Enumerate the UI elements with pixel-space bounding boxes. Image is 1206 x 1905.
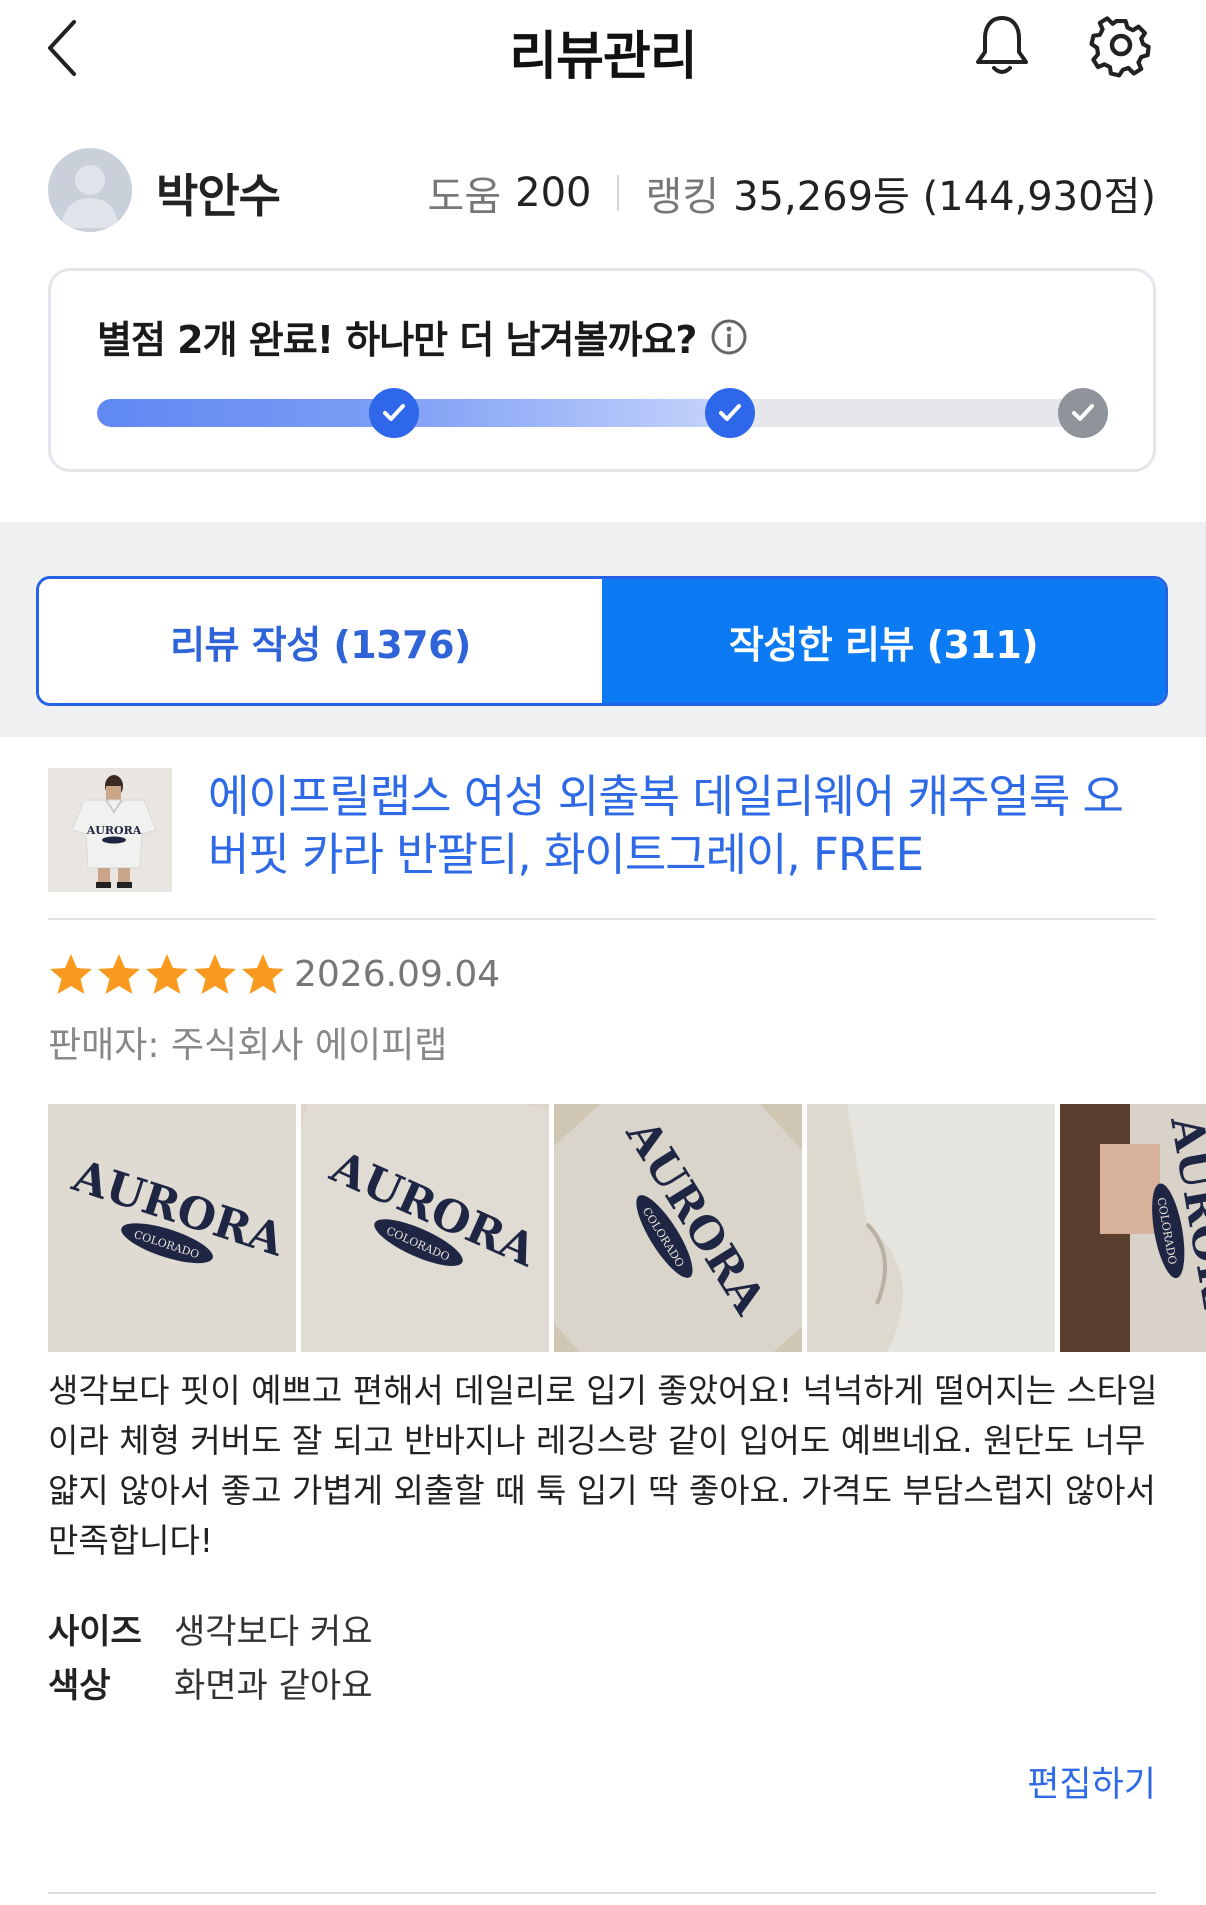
review-date: 2026.09.04 (294, 954, 501, 995)
user-name: 박안수 (156, 169, 281, 223)
attribute-row-color: 색상 화면과 같아요 (48, 1658, 373, 1707)
progress-message: 별점 2개 완료! 하나만 더 남겨볼까요? (97, 318, 697, 362)
star-icon (98, 954, 140, 994)
review-photo-strip: AURORA COLORADO AURORA COLORADO AURORA COLORA… (48, 1104, 1206, 1352)
check-icon (1072, 404, 1094, 421)
star-icon (242, 954, 284, 994)
rating-progress-card: 별점 2개 완료! 하나만 더 남겨볼까요? (48, 268, 1156, 472)
bell-icon (976, 16, 1028, 74)
rank-value: 35,269등 (144,930점) (733, 174, 1156, 220)
star-icon (146, 954, 188, 994)
review-photo[interactable]: AURORA COLORADO (554, 1104, 802, 1352)
help-count: 200 (515, 170, 592, 216)
info-icon[interactable] (710, 318, 748, 356)
star-rating (48, 952, 286, 998)
review-photo[interactable]: AURORA COLORADO (301, 1104, 549, 1352)
top-bar: 리뷰관리 (0, 0, 1206, 110)
review-photo[interactable]: AURORA COLORADO (1060, 1104, 1206, 1352)
star-icon (194, 954, 236, 994)
profile-row: 박안수 도움 200 랭킹 35,269등 (144,930점) (0, 140, 1206, 240)
progress-step-2 (705, 388, 756, 438)
attribute-label: 색상 (48, 1666, 111, 1706)
notifications-button[interactable] (972, 10, 1032, 80)
progress-step-1 (368, 388, 419, 438)
tab-write-review[interactable]: 리뷰 작성 (1376) (39, 579, 602, 703)
star-icon (50, 954, 92, 994)
svg-text:AURORA: AURORA (86, 824, 142, 837)
progress-message-row: 별점 2개 완료! 하나만 더 남겨볼까요? (97, 309, 748, 364)
review-tabs: 리뷰 작성 (1376) 작성한 리뷰 (311) (36, 576, 1168, 706)
attribute-label: 사이즈 (48, 1612, 142, 1652)
product-thumbnail[interactable]: AURORA (48, 768, 172, 892)
attribute-row-size: 사이즈 생각보다 커요 (48, 1604, 373, 1653)
rank-label: 랭킹 (645, 174, 720, 220)
settings-button[interactable] (1088, 12, 1154, 78)
seller-name: 판매자: 주식회사 에이피랩 (48, 1025, 448, 1066)
user-stats: 도움 200 랭킹 35,269등 (144,930점) (428, 164, 1156, 222)
tab-written-reviews[interactable]: 작성한 리뷰 (311) (602, 579, 1165, 703)
progress-track (97, 399, 1107, 427)
progress-step-3 (1058, 388, 1108, 438)
review-body: 생각보다 핏이 예쁘고 편해서 데일리로 입기 좋았어요! 넉넉하게 떨어지는 … (48, 1371, 1158, 1560)
attribute-value: 생각보다 커요 (174, 1612, 373, 1652)
divider (48, 1892, 1156, 1894)
check-icon (719, 404, 742, 421)
divider (48, 918, 1156, 920)
user-silhouette-icon (62, 165, 118, 228)
check-icon (382, 404, 405, 421)
product-name-link[interactable]: 에이프릴랩스 여성 외출복 데일리웨어 캐주얼룩 오버핏 카라 반팔티, 화이트… (208, 768, 1138, 884)
edit-review-button[interactable]: 편집하기 (1027, 1756, 1156, 1807)
gear-icon (1089, 16, 1151, 78)
review-photo[interactable]: AURORA COLORADO (48, 1104, 296, 1352)
stats-divider (617, 175, 620, 211)
help-label: 도움 (427, 174, 502, 220)
review-photo[interactable] (807, 1104, 1055, 1352)
attribute-value: 화면과 같아요 (174, 1666, 373, 1706)
avatar[interactable] (48, 148, 132, 232)
